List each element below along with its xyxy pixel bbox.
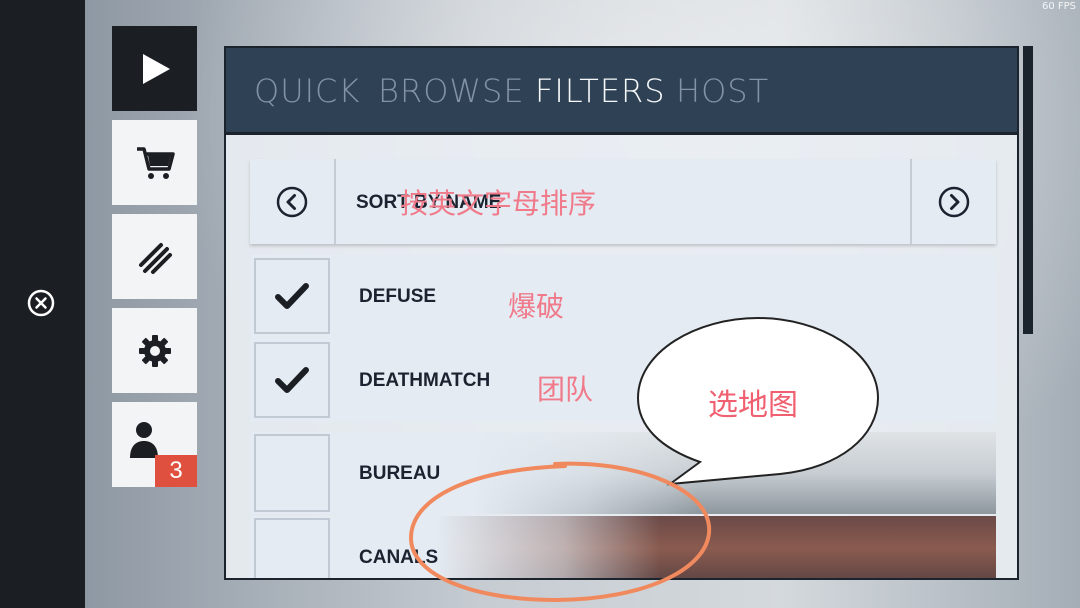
chevron-left-circle-icon (276, 186, 308, 217)
claw-marks-icon (138, 242, 172, 274)
cart-icon (136, 146, 175, 179)
sort-selector: SORT BY NAME (250, 159, 996, 244)
mode-label: DEFUSE (359, 286, 437, 307)
sort-next-button[interactable] (910, 159, 996, 244)
checkbox-defuse[interactable] (254, 258, 330, 334)
annotation-deathmatch-note: 团队 (537, 373, 594, 406)
store-button[interactable] (112, 120, 197, 205)
tab-host[interactable]: HOST (676, 72, 769, 110)
chevron-right-circle-icon (938, 186, 970, 217)
user-icon (129, 421, 158, 458)
panel-scrollbar[interactable] (1023, 46, 1033, 334)
notification-badge: 3 (155, 455, 197, 487)
settings-button[interactable] (112, 308, 197, 393)
checkmark-icon (275, 367, 309, 393)
fps-counter: 60 FPS (1041, 1, 1076, 12)
tab-browse[interactable]: BROWSE (378, 72, 525, 110)
tab-quick[interactable]: QUICK (254, 72, 360, 110)
annotation-sort-note: 按英文字母排序 (400, 187, 597, 220)
loadout-button[interactable] (112, 214, 197, 299)
sort-prev-button[interactable] (250, 159, 336, 244)
play-button[interactable] (112, 26, 197, 111)
annotation-defuse-note: 爆破 (508, 290, 565, 323)
close-button[interactable] (27, 289, 55, 317)
checkbox-canals[interactable] (254, 518, 330, 578)
annotation-bubble-note: 选地图 (708, 388, 798, 423)
mode-label: DEATHMATCH (359, 370, 491, 391)
tab-filters[interactable]: FILTERS (535, 72, 666, 110)
play-icon (142, 53, 170, 84)
profile-button[interactable]: 3 (112, 402, 197, 487)
checkbox-bureau[interactable] (254, 434, 330, 512)
checkmark-icon (275, 283, 309, 309)
tab-bar: QUICK BROWSE FILTERS HOST (226, 48, 1017, 135)
highlight-circle (408, 461, 712, 603)
checkbox-deathmatch[interactable] (254, 342, 330, 418)
gear-icon (138, 334, 171, 367)
close-circle-icon (27, 289, 55, 317)
